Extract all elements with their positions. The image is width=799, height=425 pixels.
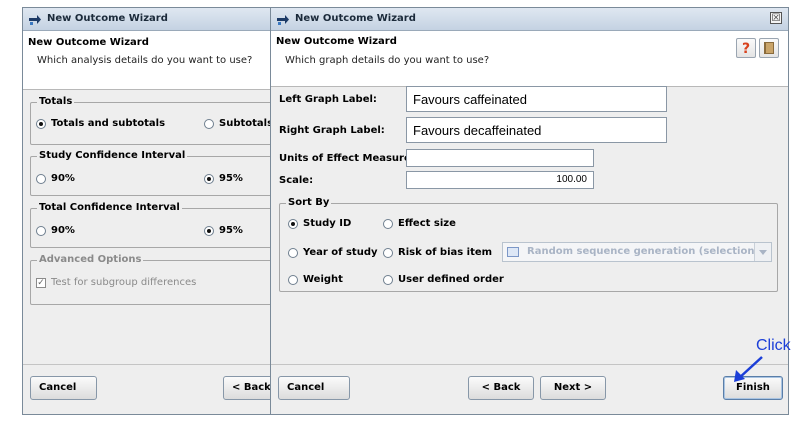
sort-user-defined-label: User defined order: [398, 274, 504, 285]
right-footer: Cancel < Back Next > Finish: [271, 364, 788, 416]
subgroup-differences-label: Test for subgroup differences: [51, 277, 197, 288]
right-graph-label-input[interactable]: Favours decaffeinated: [406, 117, 667, 143]
right-next-button[interactable]: Next >: [540, 376, 606, 400]
arrow-icon: [734, 356, 763, 382]
subtotals-label: Subtotals: [219, 118, 274, 129]
radio-selected-icon: [204, 173, 214, 184]
wizard-icon: [277, 15, 289, 25]
right-wizard-window: New Outcome Wizard ☒ New Outcome Wizard …: [270, 7, 789, 415]
total-ci-group: Total Confidence Interval 90% 95%: [30, 202, 278, 248]
right-header-title: New Outcome Wizard: [276, 36, 397, 47]
left-titlebar[interactable]: New Outcome Wizard: [23, 8, 276, 31]
study-ci-90-radio[interactable]: 90%: [36, 173, 75, 184]
sort-effect-size-label: Effect size: [398, 218, 456, 229]
right-graph-label: Right Graph Label:: [279, 125, 385, 136]
risk-of-bias-select-value: Random sequence generation (selection bi…: [527, 246, 772, 257]
total-ci-legend: Total Confidence Interval: [37, 202, 182, 213]
totals-and-subtotals-radio[interactable]: Totals and subtotals: [36, 118, 165, 129]
sort-effect-size-radio[interactable]: Effect size: [383, 218, 456, 229]
left-wizard-window: New Outcome Wizard New Outcome Wizard Wh…: [22, 7, 293, 416]
study-ci-group: Study Confidence Interval 90% 95%: [30, 150, 278, 196]
radio-icon: [36, 225, 46, 236]
table-icon: [507, 247, 519, 257]
total-ci-95-radio[interactable]: 95%: [204, 225, 243, 236]
book-button[interactable]: [759, 38, 779, 58]
right-header-subtitle: Which graph details do you want to use?: [285, 55, 490, 66]
study-ci-legend: Study Confidence Interval: [37, 150, 188, 161]
sort-user-defined-radio[interactable]: User defined order: [383, 274, 504, 285]
totals-legend: Totals: [37, 96, 75, 107]
units-of-effect-label: Units of Effect Measure:: [279, 153, 415, 164]
scale-label: Scale:: [279, 175, 314, 186]
sort-by-group: Sort By Study ID Effect size Year of stu…: [279, 197, 778, 292]
totals-and-subtotals-label: Totals and subtotals: [51, 118, 166, 129]
advanced-options-legend: Advanced Options: [37, 254, 144, 265]
right-window-title: New Outcome Wizard: [295, 13, 416, 24]
sort-by-legend: Sort By: [286, 197, 332, 208]
right-header: New Outcome Wizard Which graph details d…: [271, 31, 788, 87]
help-button[interactable]: ?: [736, 38, 756, 58]
left-header: New Outcome Wizard Which analysis detail…: [23, 31, 276, 90]
units-of-effect-input[interactable]: [406, 149, 594, 167]
radio-selected-icon: [204, 225, 214, 236]
left-graph-label-input[interactable]: Favours caffeinated: [406, 86, 667, 112]
study-ci-90-label: 90%: [51, 173, 75, 184]
totals-group: Totals Totals and subtotals Subtotals: [30, 96, 290, 145]
radio-icon: [383, 274, 393, 285]
subgroup-differences-checkbox[interactable]: ✓ Test for subgroup differences: [36, 277, 196, 288]
left-graph-label: Left Graph Label:: [279, 94, 377, 105]
svg-text:?: ?: [742, 41, 750, 57]
study-ci-95-radio[interactable]: 95%: [204, 173, 243, 184]
sort-risk-of-bias-radio[interactable]: Risk of bias item: [383, 247, 492, 258]
wizard-icon: [29, 15, 41, 25]
scale-input[interactable]: 100.00: [406, 171, 594, 189]
left-cancel-button[interactable]: Cancel: [30, 376, 97, 400]
sort-year-label: Year of study: [303, 247, 378, 258]
left-header-subtitle: Which analysis details do you want to us…: [37, 55, 253, 66]
left-footer: Cancel < Back: [23, 364, 293, 416]
sort-weight-radio[interactable]: Weight: [288, 274, 343, 285]
checkbox-checked-icon: ✓: [36, 277, 46, 288]
total-ci-95-label: 95%: [219, 225, 243, 236]
left-header-title: New Outcome Wizard: [28, 37, 149, 48]
close-icon[interactable]: ☒: [770, 12, 782, 24]
radio-icon: [204, 118, 214, 129]
click-annotation: Click: [756, 337, 791, 354]
radio-icon: [288, 274, 298, 285]
total-ci-90-radio[interactable]: 90%: [36, 225, 75, 236]
sort-study-id-label: Study ID: [303, 218, 352, 229]
risk-of-bias-select[interactable]: Random sequence generation (selection bi…: [502, 242, 772, 262]
study-ci-95-label: 95%: [219, 173, 243, 184]
right-cancel-button[interactable]: Cancel: [278, 376, 350, 400]
radio-icon: [36, 173, 46, 184]
sort-risk-of-bias-label: Risk of bias item: [398, 247, 493, 258]
chevron-down-icon[interactable]: [754, 243, 771, 261]
left-window-title: New Outcome Wizard: [47, 13, 168, 24]
right-back-button[interactable]: < Back: [468, 376, 534, 400]
advanced-options-group: Advanced Options ✓ Test for subgroup dif…: [30, 254, 278, 305]
sort-year-radio[interactable]: Year of study: [288, 247, 378, 258]
sort-weight-label: Weight: [303, 274, 343, 285]
book-icon: [764, 42, 774, 54]
subtotals-radio[interactable]: Subtotals: [204, 118, 273, 129]
total-ci-90-label: 90%: [51, 225, 75, 236]
radio-icon: [383, 247, 393, 258]
help-icon: ?: [742, 41, 750, 57]
radio-selected-icon: [288, 218, 298, 229]
radio-icon: [288, 247, 298, 258]
right-titlebar[interactable]: New Outcome Wizard ☒: [271, 8, 788, 31]
radio-icon: [383, 218, 393, 229]
radio-selected-icon: [36, 118, 46, 129]
sort-study-id-radio[interactable]: Study ID: [288, 218, 351, 229]
